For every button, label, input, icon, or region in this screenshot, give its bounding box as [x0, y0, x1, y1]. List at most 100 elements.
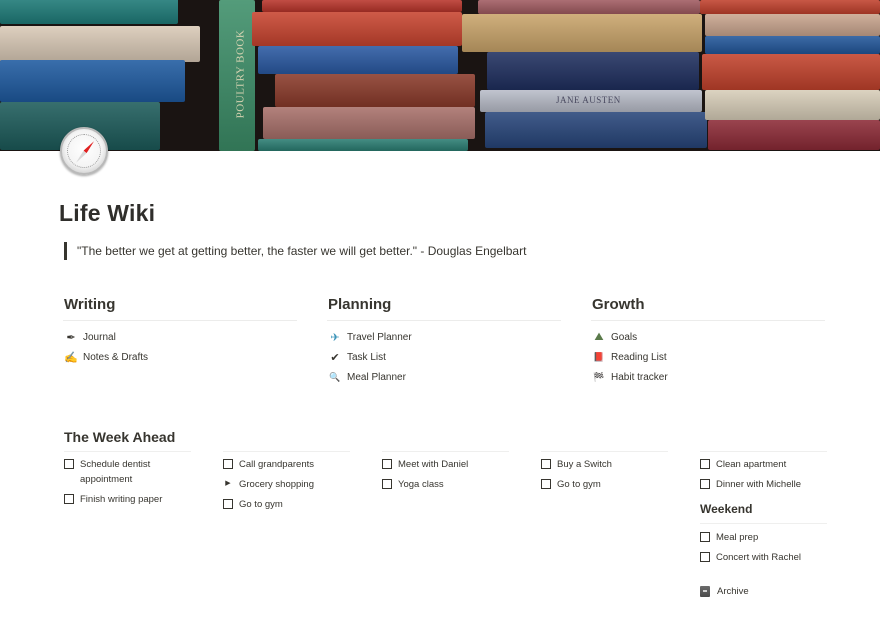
todo-item: Meal prep	[700, 530, 827, 545]
airplane-icon: ✈	[330, 331, 340, 344]
page-link-travel-planner[interactable]: ✈ Travel Planner	[327, 327, 561, 347]
mountain-icon: ⛰	[594, 330, 604, 343]
divider	[327, 320, 561, 321]
checkbox[interactable]	[223, 459, 233, 469]
todo-label[interactable]: Call grandparents	[239, 457, 314, 472]
todo-label[interactable]: Finish writing paper	[80, 492, 162, 507]
section-heading[interactable]: Planning	[327, 294, 561, 316]
checkbox[interactable]	[541, 459, 551, 469]
book-spine	[252, 12, 462, 46]
todo-label[interactable]: Clean apartment	[716, 457, 786, 472]
page-link-reading-list[interactable]: 📕 Reading List	[591, 347, 825, 367]
page-link-task-list[interactable]: ✔ Task List	[327, 347, 561, 367]
todo-item: Finish writing paper	[64, 492, 191, 507]
todo-label[interactable]: Yoga class	[398, 477, 444, 492]
checkbox[interactable]	[700, 479, 710, 489]
page-link-goals[interactable]: ⛰ Goals	[591, 327, 825, 347]
divider	[382, 451, 509, 452]
toggle-triangle-icon[interactable]: ▶	[223, 479, 233, 489]
checkbox[interactable]	[64, 494, 74, 504]
week-heading[interactable]: The Week Ahead	[64, 429, 175, 445]
divider	[700, 451, 827, 452]
divider	[700, 523, 827, 524]
section-heading[interactable]: Growth	[591, 294, 825, 316]
page-link-label: Habit tracker	[611, 371, 668, 383]
book-spine	[708, 120, 880, 150]
todo-label[interactable]: Go to gym	[239, 497, 283, 512]
todo-label[interactable]: Concert with Rachel	[716, 550, 801, 565]
page-link-label: Archive	[717, 586, 749, 597]
page-link-label: Notes & Drafts	[83, 351, 149, 363]
book-spine	[702, 54, 880, 90]
book-spine	[700, 0, 880, 14]
todo-label[interactable]: Go to gym	[557, 477, 601, 492]
todo-item: Meet with Daniel	[382, 457, 509, 472]
week-column-2: Call grandparents ▶ Grocery shopping Go …	[223, 451, 350, 517]
todo-label[interactable]: Meet with Daniel	[398, 457, 468, 472]
page-link-label: Travel Planner	[347, 331, 412, 343]
weekend-heading[interactable]: Weekend	[700, 501, 827, 517]
page-link-label: Reading List	[611, 351, 667, 363]
todo-item: Concert with Rachel	[700, 550, 827, 565]
todo-label[interactable]: Dinner with Michelle	[716, 477, 801, 492]
compass-icon[interactable]	[60, 127, 108, 175]
book-spine	[263, 107, 475, 139]
todo-label[interactable]: Buy a Switch	[557, 457, 612, 472]
page-link-journal[interactable]: ✒ Journal	[63, 327, 297, 347]
book-spine	[487, 52, 699, 90]
page-link-meal-planner[interactable]: 🔍 Meal Planner	[327, 367, 561, 387]
magnifier-icon: 🔍	[329, 371, 341, 382]
toggle-item: ▶ Grocery shopping	[223, 477, 350, 492]
todo-item: Schedule dentist appointment	[64, 457, 191, 487]
book-spine-text: POULTRY BOOK	[234, 29, 247, 119]
checkbox[interactable]	[541, 479, 551, 489]
section-writing: Writing ✒ Journal ✍ Notes & Drafts	[63, 294, 297, 367]
writing-hand-icon: ✍	[64, 351, 78, 364]
divider	[64, 451, 191, 452]
checkbox[interactable]	[382, 459, 392, 469]
page-link-notes-drafts[interactable]: ✍ Notes & Drafts	[63, 347, 297, 367]
book-spine	[275, 74, 475, 107]
book-spine	[258, 139, 468, 151]
todo-item: Dinner with Michelle	[700, 477, 827, 492]
checkbox[interactable]	[64, 459, 74, 469]
quote-block[interactable]: "The better we get at getting better, th…	[64, 242, 526, 260]
week-column-4: Buy a Switch Go to gym	[541, 451, 668, 497]
book-spine	[0, 26, 200, 62]
book-spine	[705, 36, 880, 54]
book-spine	[478, 0, 700, 14]
page-link-label: Goals	[611, 331, 638, 343]
book-spine	[262, 0, 462, 12]
section-planning: Planning ✈ Travel Planner ✔ Task List 🔍 …	[327, 294, 561, 387]
book-spine	[0, 60, 185, 102]
checkbox[interactable]	[700, 459, 710, 469]
book-spine	[258, 46, 458, 74]
todo-item: Call grandparents	[223, 457, 350, 472]
week-column-3: Meet with Daniel Yoga class	[382, 451, 509, 497]
checkbox[interactable]	[700, 532, 710, 542]
fountain-pen-icon: ✒	[66, 331, 76, 344]
divider	[223, 451, 350, 452]
page-link-archive[interactable]: Archive	[700, 586, 827, 597]
week-column-5: Clean apartment Dinner with Michelle Wee…	[700, 451, 827, 597]
page-link-label: Task List	[347, 351, 386, 363]
checkbox[interactable]	[700, 552, 710, 562]
divider	[591, 320, 825, 321]
section-growth: Growth ⛰ Goals 📕 Reading List 🏁 Habit tr…	[591, 294, 825, 387]
book-spine	[0, 0, 178, 24]
todo-item: Go to gym	[223, 497, 350, 512]
page-link-habit-tracker[interactable]: 🏁 Habit tracker	[591, 367, 825, 387]
todo-label[interactable]: Schedule dentist appointment	[80, 457, 170, 487]
checkbox[interactable]	[223, 499, 233, 509]
book-spine	[462, 14, 702, 52]
page-title[interactable]: Life Wiki	[59, 200, 155, 227]
checkbox[interactable]	[382, 479, 392, 489]
file-cabinet-icon	[700, 586, 710, 597]
week-column-1: Schedule dentist appointment Finish writ…	[64, 451, 191, 512]
todo-label[interactable]: Meal prep	[716, 530, 758, 545]
section-heading[interactable]: Writing	[63, 294, 297, 316]
todo-item: Go to gym	[541, 477, 668, 492]
page-link-label: Meal Planner	[347, 371, 406, 383]
todo-item: Clean apartment	[700, 457, 827, 472]
toggle-label[interactable]: Grocery shopping	[239, 477, 314, 492]
